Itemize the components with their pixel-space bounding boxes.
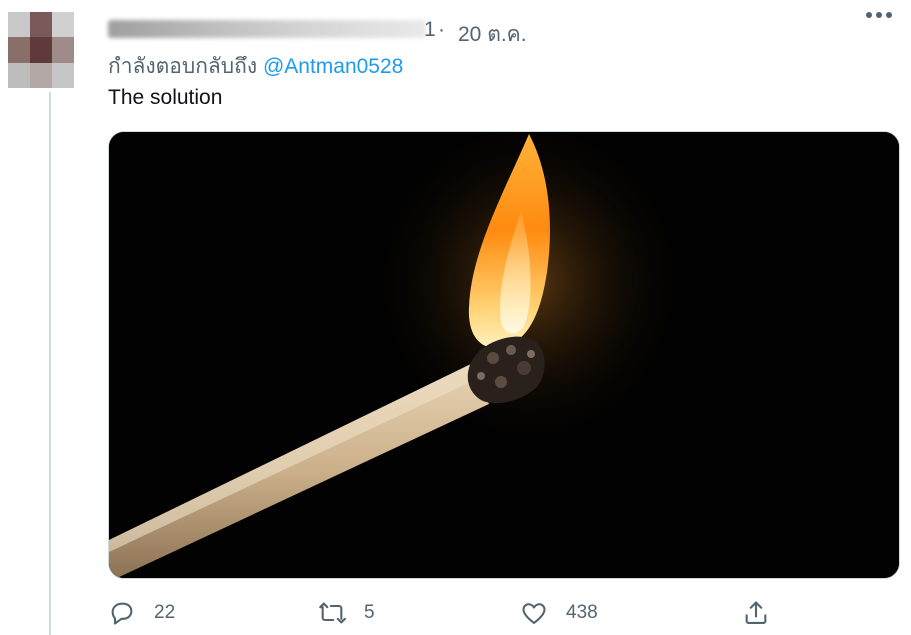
reply-icon (111, 602, 133, 625)
share-icon (745, 601, 767, 624)
tweet-actions: 22 5 438 (108, 596, 898, 630)
mention-link[interactable]: @Antman0528 (263, 55, 403, 78)
reply-button[interactable]: 22 (108, 596, 175, 630)
retweet-button[interactable]: 5 (318, 596, 375, 630)
tweet-text: The solution (108, 86, 223, 109)
tweet-date[interactable]: 20 ต.ค. (458, 18, 527, 51)
replying-prefix: กำลังตอบกลับถึง (108, 55, 258, 78)
thread-line (49, 92, 51, 635)
blurred-author-name[interactable] (108, 20, 426, 38)
burning-match-image (109, 132, 899, 578)
retweet-icon (319, 602, 346, 624)
like-icon (522, 603, 546, 624)
tweet-header: 1 · 20 ต.ค. (108, 14, 911, 46)
separator: · (438, 18, 445, 41)
avatar[interactable] (8, 12, 74, 88)
author-handle[interactable]: 1 (424, 18, 436, 42)
like-button[interactable]: 438 (520, 596, 598, 630)
like-count: 438 (566, 602, 598, 623)
replying-to: กำลังตอบกลับถึง @Antman0528 (108, 50, 403, 83)
reply-count: 22 (154, 602, 176, 623)
retweet-count: 5 (364, 602, 375, 623)
more-icon[interactable] (866, 12, 900, 24)
tweet-image[interactable] (108, 131, 900, 579)
tweet[interactable]: 1 · 20 ต.ค. กำลังตอบกลับถึง @Antman0528 … (0, 0, 911, 635)
share-button[interactable] (742, 596, 770, 630)
